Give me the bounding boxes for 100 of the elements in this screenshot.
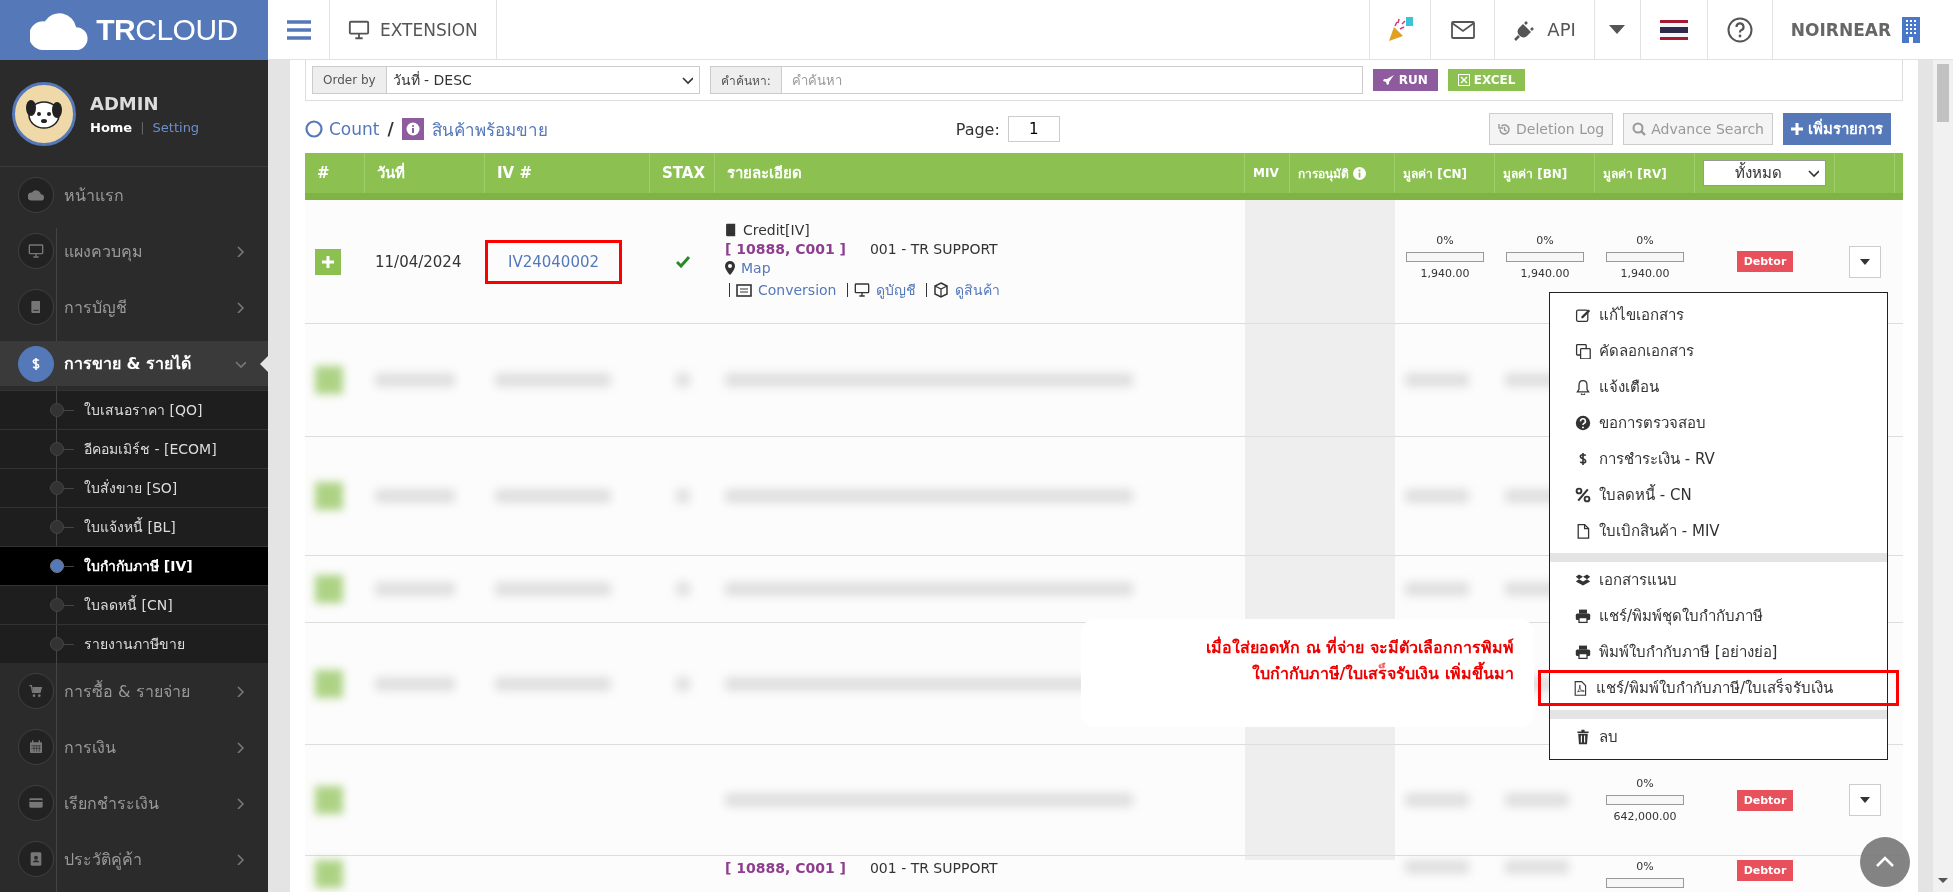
- status-badge: Debtor: [1736, 789, 1794, 811]
- map-pin-icon: [725, 261, 735, 275]
- detail-link[interactable]: ดูบัญชี: [875, 279, 916, 301]
- setting-link[interactable]: Setting: [152, 120, 200, 135]
- nav-item[interactable]: หน้าแรก: [0, 167, 268, 223]
- help-icon: [1726, 16, 1753, 43]
- extension-button[interactable]: EXTENSION: [330, 0, 497, 59]
- nav-item[interactable]: การซื้อ & รายจ่าย: [0, 663, 268, 719]
- monitor-icon: [348, 18, 370, 41]
- file-icon: [1575, 523, 1591, 539]
- chevron-up-icon: [1875, 856, 1895, 868]
- chevron-right-icon: [234, 797, 246, 809]
- nav-subitem[interactable]: อีคอมเมิร์ช - [ECOM]: [0, 429, 268, 468]
- nav-subitem[interactable]: รายงานภาษีขาย: [0, 624, 268, 663]
- menu-item[interactable]: แชร์/พิมพ์ชุดใบกำกับภาษี: [1550, 598, 1887, 634]
- blurred-text: [315, 482, 343, 510]
- chevron-right-icon: [234, 245, 246, 257]
- detail-link[interactable]: Conversion: [758, 282, 837, 298]
- building-icon: [1901, 15, 1921, 44]
- percent-label: 0%: [1636, 860, 1654, 873]
- count-link[interactable]: Count: [305, 119, 380, 139]
- plus-icon: [322, 255, 334, 268]
- menu-item[interactable]: แจ้งเตือน: [1550, 369, 1887, 405]
- dropdown-button[interactable]: [1849, 245, 1881, 278]
- chevron-right-icon: [234, 301, 246, 313]
- caret-icon: [1860, 797, 1870, 803]
- dropdown-button[interactable]: [1849, 784, 1881, 816]
- history-icon: [1498, 122, 1511, 136]
- printer-icon: [1575, 608, 1591, 624]
- menu-item[interactable]: คัดลอกเอกสาร: [1550, 333, 1887, 369]
- cloud-icon: [30, 10, 89, 50]
- search-field[interactable]: คำค้นหา: คำค้นหา: [709, 66, 1363, 94]
- nav-item[interactable]: เรียกชำระเงิน: [0, 775, 268, 831]
- nav-subitem[interactable]: ใบสั่งขาย [SO]: [0, 468, 268, 507]
- column-header: มูลค่า [BN]: [1503, 165, 1568, 183]
- home-link[interactable]: Home: [90, 120, 133, 135]
- copy-icon: [1575, 343, 1591, 359]
- question-icon: [1575, 415, 1591, 431]
- blurred-text: [315, 669, 343, 698]
- menu-item[interactable]: ลบ: [1550, 719, 1887, 755]
- caret-icon: [1860, 258, 1870, 265]
- nav-item[interactable]: การขาย & รายได้: [0, 341, 268, 386]
- column-header: STAX: [662, 164, 706, 182]
- nav-item[interactable]: แผงควบคุม: [0, 223, 268, 279]
- detail-link[interactable]: ดูสินค้า: [954, 279, 1000, 301]
- blurred-text: [315, 860, 343, 888]
- chevron-down-icon: [1807, 167, 1819, 179]
- nav-item[interactable]: ประวัติคู่ค้า: [0, 831, 268, 887]
- invoice-link[interactable]: IV24040002: [485, 239, 623, 284]
- nav-subitem[interactable]: ใบเสนอราคา [QO]: [0, 390, 268, 429]
- amount-label: 1,940.00: [1620, 267, 1670, 280]
- chevron-right-icon: [234, 853, 246, 865]
- category-label: สินค้าพร้อมขาย: [431, 118, 548, 142]
- menu-item[interactable]: ขอการตรวจสอบ: [1550, 405, 1887, 441]
- company-name: NOIRNEAR: [1790, 19, 1891, 40]
- nav-item[interactable]: การเงิน: [0, 719, 268, 775]
- pdf-file-icon: [1572, 680, 1588, 696]
- status-filter-select[interactable]: ทั้งหมด: [1703, 160, 1826, 186]
- percent-label: 0%: [1436, 234, 1454, 247]
- run-button[interactable]: RUN: [1372, 69, 1438, 91]
- column-header: วันที่: [377, 161, 405, 184]
- column-header: การอนุมัติ: [1298, 165, 1349, 183]
- spreadsheet-icon: [1457, 74, 1470, 86]
- menu-icon: [285, 18, 312, 41]
- page-field[interactable]: 1: [1007, 116, 1060, 142]
- api-label[interactable]: API: [1547, 19, 1576, 40]
- rocket-icon: [1382, 74, 1395, 86]
- column-header: #: [317, 164, 330, 182]
- nav-subitem[interactable]: ใบลดหนี้ [CN]: [0, 585, 268, 624]
- calendar-icon: [28, 739, 44, 755]
- menu-item[interactable]: แชร์/พิมพ์ใบกำกับภาษี/ใบเสร็จรับเงิน: [1538, 670, 1899, 706]
- menu-item[interactable]: ใบลดหนี้ - CN: [1550, 477, 1887, 513]
- menu-item[interactable]: พิมพ์ใบกำกับภาษี [อย่างย่อ]: [1550, 634, 1887, 670]
- card-icon: [28, 795, 44, 811]
- logo-text: TRCLOUD: [96, 13, 238, 47]
- search-label: คำค้นหา:: [710, 67, 782, 93]
- column-header: IV #: [497, 164, 532, 182]
- menu-item[interactable]: เอกสารแนบ: [1550, 562, 1887, 598]
- mail-icon: [1450, 20, 1475, 39]
- percent-label: 0%: [1636, 234, 1654, 247]
- map-link[interactable]: Map: [741, 260, 771, 276]
- add-item-button[interactable]: เพิ่มรายการ: [1783, 113, 1891, 145]
- menu-item[interactable]: การชำระเงิน - RV: [1550, 441, 1887, 477]
- dropbox-icon: [1575, 572, 1591, 588]
- trash-icon: [1575, 729, 1591, 745]
- edit-icon: [1575, 307, 1591, 323]
- blurred-text: [315, 786, 343, 814]
- menu-item[interactable]: แก้ไขเอกสาร: [1550, 297, 1887, 333]
- printer-icon: [1575, 644, 1591, 660]
- monitor-icon: [853, 282, 870, 298]
- amount-label: 642,000.00: [1613, 810, 1677, 823]
- percent-label: 0%: [1536, 234, 1554, 247]
- percent-label: 0%: [1636, 777, 1654, 790]
- nav-item[interactable]: การบัญชี: [0, 279, 268, 335]
- cloud-icon: [28, 187, 44, 203]
- menu-item[interactable]: ใบเบิกสินค้า - MIV: [1550, 513, 1887, 549]
- blurred-text: [315, 575, 343, 603]
- nav-subitem[interactable]: ใบกำกับภาษี [IV]: [0, 546, 268, 585]
- customer-name: 001 - TR SUPPORT: [869, 241, 998, 257]
- party-popper-icon: [1386, 16, 1415, 43]
